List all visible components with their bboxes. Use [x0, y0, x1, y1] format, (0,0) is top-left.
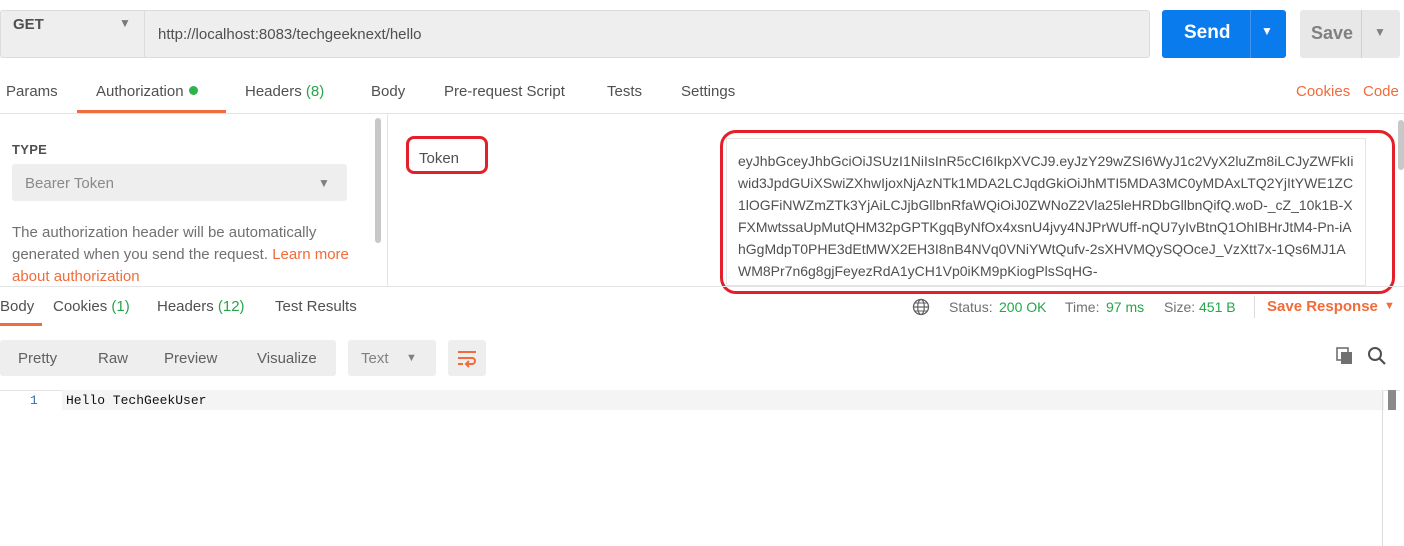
tab-response-headers-count: (12) — [217, 298, 245, 315]
time-value[interactable]: 97 ms — [1106, 299, 1144, 315]
send-button-label: Send — [1184, 22, 1231, 43]
copy-icon[interactable] — [1335, 346, 1355, 366]
preview-button[interactable]: Preview — [164, 350, 217, 367]
wrap-lines-icon — [458, 351, 476, 368]
tab-authorization[interactable]: Authorization — [96, 83, 198, 100]
token-label-highlight — [406, 136, 488, 174]
right-panel-scrollbar[interactable] — [1398, 120, 1404, 170]
size-value[interactable]: 451 B — [1199, 299, 1236, 315]
method-value: GET — [13, 16, 44, 33]
tab-authorization-label: Authorization — [96, 83, 184, 100]
tab-headers[interactable]: Headers (8) — [245, 83, 324, 100]
tab-body[interactable]: Body — [371, 83, 405, 100]
status-value[interactable]: 200 OK — [999, 299, 1046, 315]
editor-scrollbar[interactable] — [1382, 390, 1400, 546]
save-button-label: Save — [1311, 23, 1354, 43]
url-input[interactable] — [144, 10, 1150, 58]
status-label: Status: — [949, 299, 993, 315]
chevron-down-icon: ▼ — [318, 176, 330, 190]
tab-response-body[interactable]: Body — [0, 298, 34, 315]
tab-response-cookies-label: Cookies — [53, 298, 108, 315]
meta-divider — [1254, 296, 1255, 318]
save-options-chevron-icon[interactable]: ▼ — [1374, 25, 1386, 39]
tab-headers-count: (8) — [305, 83, 325, 100]
tab-pre-request-script[interactable]: Pre-request Script — [444, 83, 565, 100]
chevron-down-icon: ▼ — [119, 16, 131, 30]
search-icon[interactable] — [1367, 346, 1387, 366]
tab-response-headers-label: Headers — [157, 298, 214, 315]
tab-response-cookies[interactable]: Cookies (1) — [53, 298, 130, 315]
code-link[interactable]: Code — [1363, 83, 1399, 100]
tab-tests[interactable]: Tests — [607, 83, 642, 100]
tabs-divider — [0, 113, 1404, 114]
panel-divider — [387, 114, 388, 286]
save-response-chevron-icon[interactable]: ▼ — [1384, 300, 1395, 312]
save-divider — [1361, 10, 1362, 58]
tab-response-headers[interactable]: Headers (12) — [157, 298, 245, 315]
auth-type-label: TYPE — [12, 142, 48, 157]
request-panel-divider — [0, 286, 1404, 287]
format-value: Text — [361, 350, 389, 367]
send-divider — [1250, 10, 1251, 58]
raw-button[interactable]: Raw — [98, 350, 128, 367]
active-dot-icon — [188, 86, 198, 95]
tab-headers-label: Headers — [245, 83, 302, 100]
active-line-highlight — [62, 390, 1384, 410]
chevron-down-icon: ▼ — [406, 352, 417, 364]
response-line[interactable]: Hello TechGeekUser — [66, 393, 206, 408]
auth-description: The authorization header will be automat… — [12, 222, 357, 288]
auth-description-text: The authorization header will be automat… — [12, 224, 317, 263]
response-body-editor[interactable] — [0, 390, 1400, 546]
editor-scrollbar-thumb[interactable] — [1388, 390, 1396, 410]
pretty-button[interactable]: Pretty — [18, 350, 57, 367]
tab-settings[interactable]: Settings — [681, 83, 735, 100]
tab-params[interactable]: Params — [6, 83, 58, 100]
active-response-tab-indicator — [0, 323, 42, 326]
save-response-button[interactable]: Save Response — [1267, 298, 1378, 315]
token-field-highlight — [720, 130, 1395, 294]
visualize-button[interactable]: Visualize — [257, 350, 317, 367]
send-options-chevron-icon[interactable]: ▼ — [1261, 24, 1273, 38]
time-label: Time: — [1065, 299, 1100, 315]
cookies-link[interactable]: Cookies — [1296, 83, 1350, 100]
globe-icon[interactable] — [912, 298, 930, 316]
line-number: 1 — [30, 393, 38, 408]
left-panel-scrollbar[interactable] — [375, 118, 381, 243]
tab-response-cookies-count: (1) — [111, 298, 130, 315]
tab-test-results[interactable]: Test Results — [275, 298, 357, 315]
auth-type-value: Bearer Token — [25, 175, 114, 192]
size-label: Size: — [1164, 299, 1196, 315]
